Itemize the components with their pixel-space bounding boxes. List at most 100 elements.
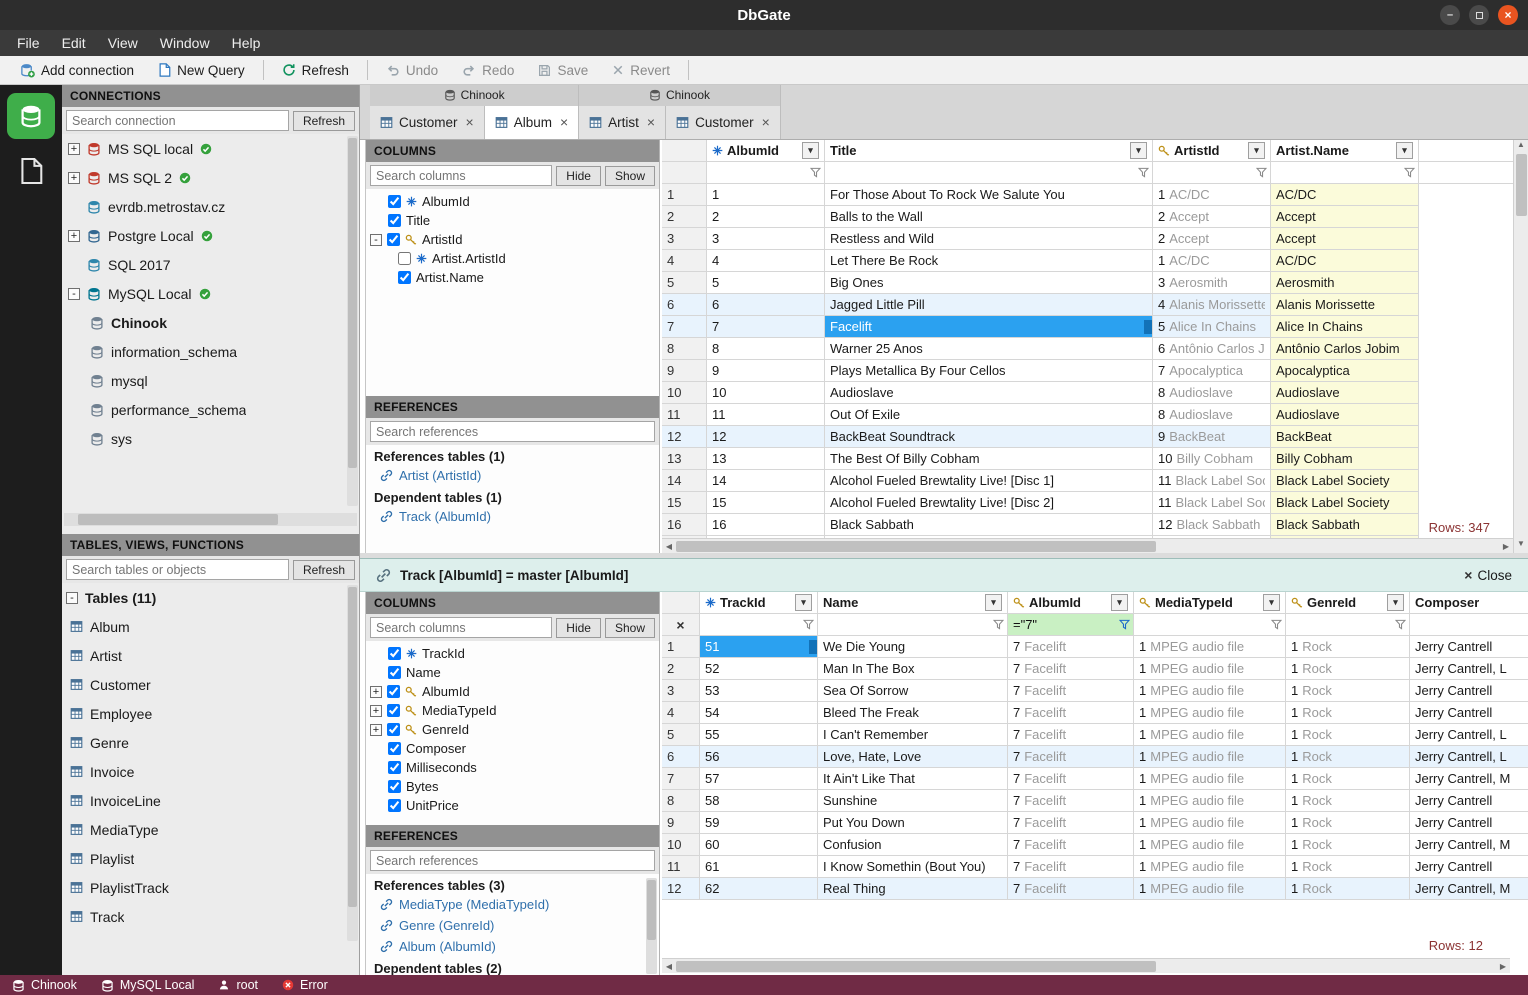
- grid-cell[interactable]: 8: [707, 338, 825, 360]
- row-number[interactable]: 7: [662, 768, 700, 790]
- filter-input-albumid[interactable]: [712, 162, 806, 183]
- connections-vertical-scrollbar[interactable]: [347, 136, 358, 506]
- connection-item[interactable]: + MS SQL 2: [62, 163, 359, 192]
- row-number[interactable]: 6: [662, 746, 700, 768]
- table-item-mediatype[interactable]: MediaType: [62, 815, 359, 844]
- grid-cell[interactable]: Audioslave: [1271, 382, 1419, 404]
- grid-cell[interactable]: Jerry Cantrell, M: [1410, 878, 1528, 900]
- grid-cell[interactable]: 7: [707, 316, 825, 338]
- grid-cell[interactable]: Jerry Cantrell, L: [1410, 724, 1528, 746]
- grid-cell[interactable]: 1 MPEG audio file: [1134, 702, 1286, 724]
- row-number[interactable]: 3: [662, 680, 700, 702]
- grid-cell[interactable]: 2: [707, 206, 825, 228]
- row-number[interactable]: 11: [662, 404, 707, 426]
- grid-cell[interactable]: Jerry Cantrell: [1410, 790, 1528, 812]
- row-number[interactable]: 8: [662, 790, 700, 812]
- column-toggle-item[interactable]: TrackId: [366, 644, 659, 663]
- filter-icon[interactable]: [1395, 619, 1406, 630]
- menu-window[interactable]: Window: [149, 32, 221, 54]
- detail-close-button[interactable]: × Close: [1464, 567, 1512, 583]
- row-number[interactable]: 3: [662, 228, 707, 250]
- nav-files-button[interactable]: [19, 157, 43, 185]
- tab-close-icon[interactable]: ×: [466, 114, 474, 130]
- filter-input-genreid[interactable]: [1291, 614, 1391, 635]
- connection-item[interactable]: SQL 2017: [62, 250, 359, 279]
- filter-icon[interactable]: [803, 619, 814, 630]
- expand-icon[interactable]: +: [68, 229, 80, 242]
- collapse-icon[interactable]: -: [68, 287, 80, 300]
- grid-cell[interactable]: Alanis Morissette: [1271, 294, 1419, 316]
- tab-album[interactable]: Album ×: [484, 105, 580, 139]
- table-item-employee[interactable]: Employee: [62, 699, 359, 728]
- menu-help[interactable]: Help: [221, 32, 272, 54]
- row-number[interactable]: 14: [662, 470, 707, 492]
- grid-cell[interactable]: Confusion: [818, 834, 1008, 856]
- expand-icon[interactable]: +: [370, 723, 382, 736]
- grid-cell[interactable]: Billy Cobham: [1271, 448, 1419, 470]
- connection-item[interactable]: sys: [62, 424, 359, 453]
- grid-cell[interactable]: 1 MPEG audio file: [1134, 878, 1286, 900]
- tab-close-icon[interactable]: ×: [762, 114, 770, 130]
- grid-cell[interactable]: 56: [700, 746, 818, 768]
- grid-cell[interactable]: 10 Billy Cobham: [1153, 448, 1271, 470]
- grid-cell[interactable]: Apocalyptica: [1271, 360, 1419, 382]
- status-connection[interactable]: MySQL Local: [101, 978, 194, 992]
- table-item-playlist[interactable]: Playlist: [62, 844, 359, 873]
- row-number[interactable]: 16: [662, 514, 707, 536]
- grid-cell[interactable]: 1 MPEG audio file: [1134, 746, 1286, 768]
- column-header-genreid[interactable]: GenreId ▾: [1286, 592, 1410, 614]
- selection-handle[interactable]: [1144, 320, 1152, 334]
- column-toggle-item[interactable]: - ArtistId: [366, 230, 659, 249]
- status-user[interactable]: root: [218, 978, 258, 992]
- grid-cell[interactable]: 16: [707, 514, 825, 536]
- grid-cell[interactable]: 3 Aerosmith: [1153, 272, 1271, 294]
- grid-cell[interactable]: Warner 25 Anos: [825, 338, 1153, 360]
- grid-cell[interactable]: 11Black Label Society: [1153, 492, 1271, 514]
- row-number[interactable]: 9: [662, 812, 700, 834]
- grid-cell[interactable]: 6: [707, 294, 825, 316]
- filter-icon[interactable]: [1271, 619, 1282, 630]
- column-toggle-item[interactable]: Milliseconds: [366, 758, 659, 777]
- references-search-input[interactable]: [370, 421, 655, 442]
- grid-cell[interactable]: 7 Facelift: [1008, 834, 1134, 856]
- collapse-icon[interactable]: -: [66, 591, 78, 604]
- row-number[interactable]: 5: [662, 272, 707, 294]
- column-menu-dropdown[interactable]: ▾: [985, 594, 1002, 611]
- grid-cell[interactable]: 7 Facelift: [1008, 812, 1134, 834]
- column-menu-dropdown[interactable]: ▾: [1111, 594, 1128, 611]
- column-checkbox[interactable]: [388, 214, 401, 227]
- column-checkbox[interactable]: [388, 761, 401, 774]
- scroll-right-arrow[interactable]: ▶: [1499, 542, 1513, 551]
- grid-cell[interactable]: Black Label Society: [1271, 470, 1419, 492]
- filter-input-name[interactable]: [823, 614, 989, 635]
- filter-icon[interactable]: [810, 167, 821, 178]
- grid-cell[interactable]: Antônio Carlos Jobim: [1271, 338, 1419, 360]
- grid-cell[interactable]: 57: [700, 768, 818, 790]
- reference-link[interactable]: MediaType (MediaTypeId): [366, 894, 659, 915]
- column-checkbox[interactable]: [388, 666, 401, 679]
- column-checkbox[interactable]: [387, 233, 400, 246]
- scrollbar-thumb[interactable]: [1515, 154, 1527, 216]
- connections-horizontal-scrollbar[interactable]: [64, 513, 357, 526]
- toolbar-revert-button[interactable]: Revert: [600, 59, 682, 82]
- filter-icon[interactable]: [1119, 619, 1130, 630]
- grid-cell[interactable]: Put You Down: [818, 812, 1008, 834]
- grid-cell[interactable]: 1 Rock: [1286, 834, 1410, 856]
- column-menu-dropdown[interactable]: ▾: [1248, 142, 1265, 159]
- column-menu-dropdown[interactable]: ▾: [1396, 142, 1413, 159]
- columns-search-input[interactable]: [370, 617, 553, 638]
- grid-cell[interactable]: 1 MPEG audio file: [1134, 724, 1286, 746]
- grid-cell[interactable]: 7 Facelift: [1008, 636, 1134, 658]
- grid-cell[interactable]: We Die Young: [818, 636, 1008, 658]
- grid-cell[interactable]: 9 BackBeat: [1153, 426, 1271, 448]
- grid-cell[interactable]: 10: [707, 382, 825, 404]
- track-grid-horizontal-scrollbar[interactable]: ◀ ▶: [662, 958, 1510, 973]
- column-header-mediatypeid[interactable]: MediaTypeId ▾: [1134, 592, 1286, 614]
- scroll-left-arrow[interactable]: ◀: [662, 542, 676, 551]
- expand-icon[interactable]: +: [68, 171, 80, 184]
- table-item-album[interactable]: Album: [62, 612, 359, 641]
- row-number[interactable]: 2: [662, 658, 700, 680]
- column-header-artistid[interactable]: ArtistId ▾: [1153, 140, 1271, 162]
- scrollbar-thumb[interactable]: [676, 960, 1156, 972]
- column-menu-dropdown[interactable]: ▾: [795, 594, 812, 611]
